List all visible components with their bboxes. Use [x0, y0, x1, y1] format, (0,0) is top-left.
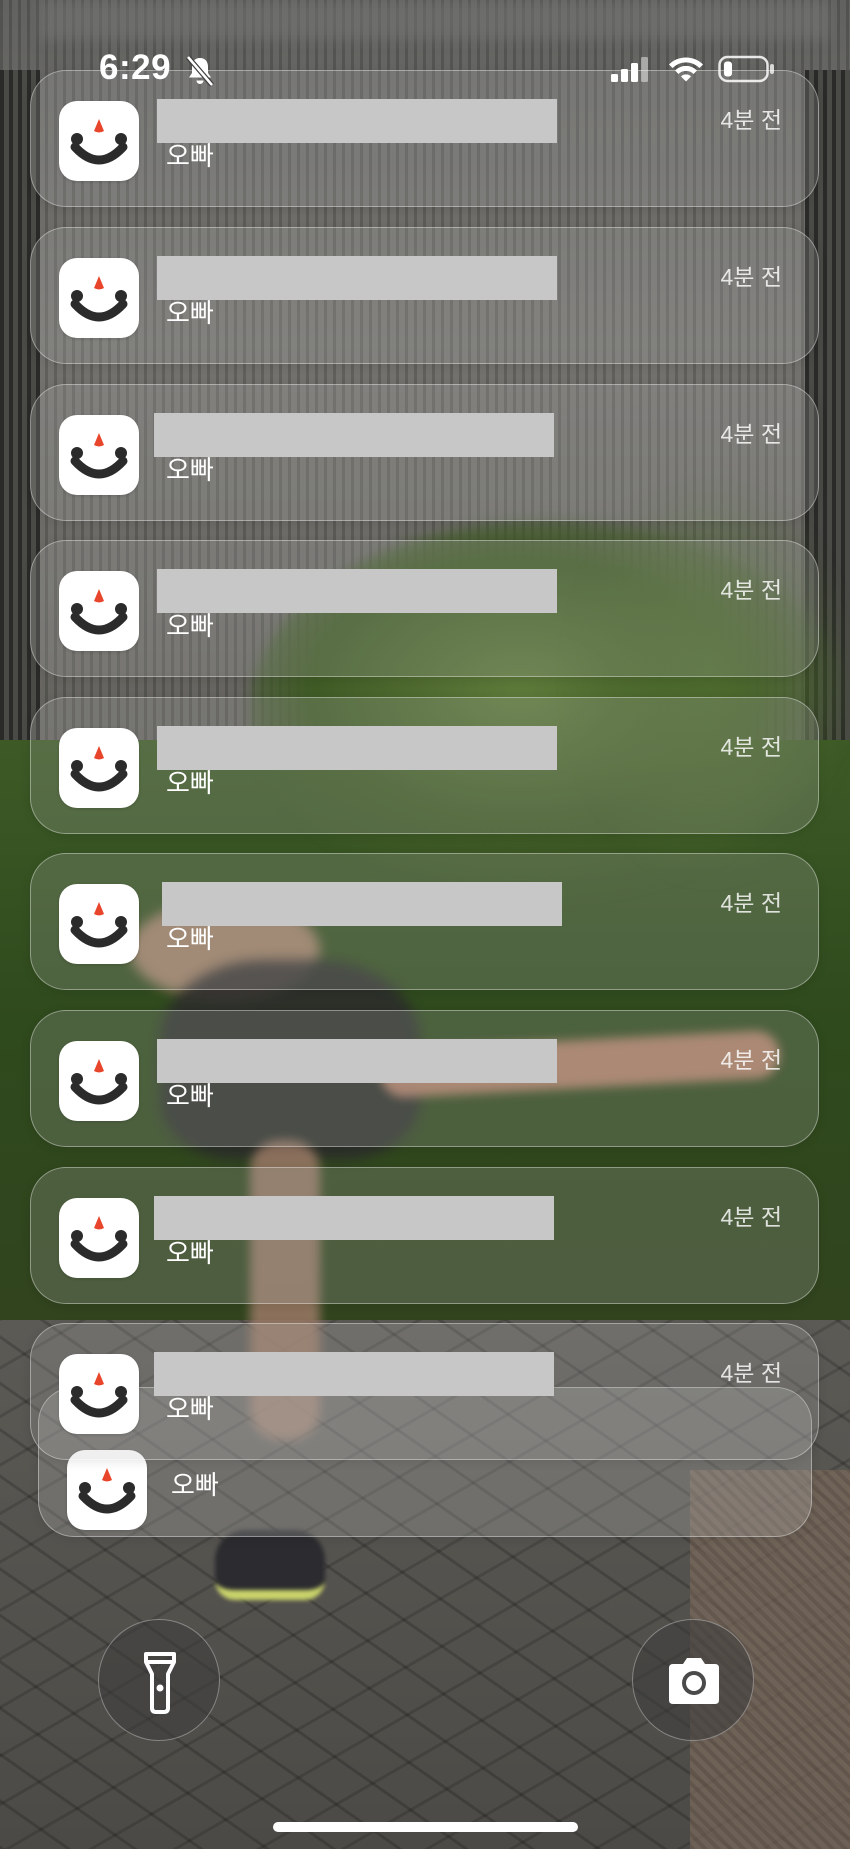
- notification-body: 오빠: [166, 1238, 214, 1268]
- notification-body: 오빠: [166, 924, 214, 954]
- notification-timestamp: 4분 전: [720, 890, 782, 916]
- notification-body: 오빠: [166, 1081, 214, 1111]
- app-smile-icon: [70, 1216, 128, 1262]
- status-time: 6:29: [99, 48, 172, 87]
- app-icon: [59, 415, 139, 495]
- notification-timestamp: 4분 전: [720, 577, 782, 603]
- redacted-title: [154, 1196, 554, 1240]
- app-smile-icon: [70, 746, 128, 792]
- app-smile-icon: [70, 433, 128, 479]
- app-smile-icon: [78, 1468, 136, 1514]
- app-icon: [59, 571, 139, 651]
- app-smile-icon: [70, 276, 128, 322]
- app-smile-icon: [70, 589, 128, 635]
- wifi-icon: [669, 57, 703, 82]
- app-icon: [67, 1450, 147, 1530]
- cellular-signal-icon: [611, 57, 648, 82]
- notification-timestamp: 4분 전: [720, 1360, 782, 1386]
- notification-card[interactable]: 오빠 4분 전: [30, 227, 819, 364]
- redacted-title: [157, 569, 557, 613]
- app-icon: [59, 258, 139, 338]
- notification-timestamp: 4분 전: [720, 734, 782, 760]
- app-smile-icon: [70, 1372, 128, 1418]
- flashlight-icon: [144, 1652, 176, 1714]
- notification-body: 오빠: [166, 141, 214, 171]
- notification-body: 오빠: [166, 298, 214, 328]
- notification-card[interactable]: 오빠 4분 전: [30, 1010, 819, 1147]
- notification-card[interactable]: 오빠 4분 전: [30, 1323, 819, 1460]
- camera-button[interactable]: [632, 1619, 754, 1741]
- redacted-title: [157, 1039, 557, 1083]
- redacted-title: [154, 1352, 554, 1396]
- camera-icon: [669, 1658, 719, 1704]
- notification-timestamp: 4분 전: [720, 421, 782, 447]
- notification-card[interactable]: 오빠 4분 전: [30, 697, 819, 834]
- notification-body: 오빠: [166, 1394, 214, 1424]
- redacted-title: [154, 413, 554, 457]
- notification-body: 오빠: [166, 455, 214, 485]
- app-icon: [59, 884, 139, 964]
- notification-card[interactable]: 오빠 4분 전: [30, 853, 819, 990]
- redacted-title: [157, 256, 557, 300]
- redacted-title: [157, 726, 557, 770]
- redacted-title: [162, 882, 562, 926]
- app-smile-icon: [70, 902, 128, 948]
- bell-slash-icon: [186, 55, 214, 87]
- home-indicator[interactable]: [273, 1822, 578, 1832]
- notification-timestamp: 4분 전: [720, 264, 782, 290]
- notification-body: 오빠: [166, 768, 214, 798]
- app-smile-icon: [70, 1059, 128, 1105]
- app-icon: [59, 728, 139, 808]
- notification-card[interactable]: 오빠 4분 전: [30, 540, 819, 677]
- notification-timestamp: 4분 전: [720, 1204, 782, 1230]
- notification-body: 오빠: [166, 611, 214, 641]
- notification-timestamp: 4분 전: [720, 1047, 782, 1073]
- app-icon: [59, 1198, 139, 1278]
- status-bar: 6:29: [0, 0, 850, 140]
- notification-body: 오빠: [171, 1470, 219, 1500]
- app-icon: [59, 1041, 139, 1121]
- app-icon: [59, 1354, 139, 1434]
- notification-stack: 오빠 오빠 4분 전 오빠 4분 전 오빠 4분 전 오빠 4분 전 오빠 4분…: [0, 0, 850, 1849]
- battery-icon: [718, 55, 774, 83]
- flashlight-button[interactable]: [98, 1619, 220, 1741]
- notification-card[interactable]: 오빠 4분 전: [30, 384, 819, 521]
- notification-card[interactable]: 오빠 4분 전: [30, 1167, 819, 1304]
